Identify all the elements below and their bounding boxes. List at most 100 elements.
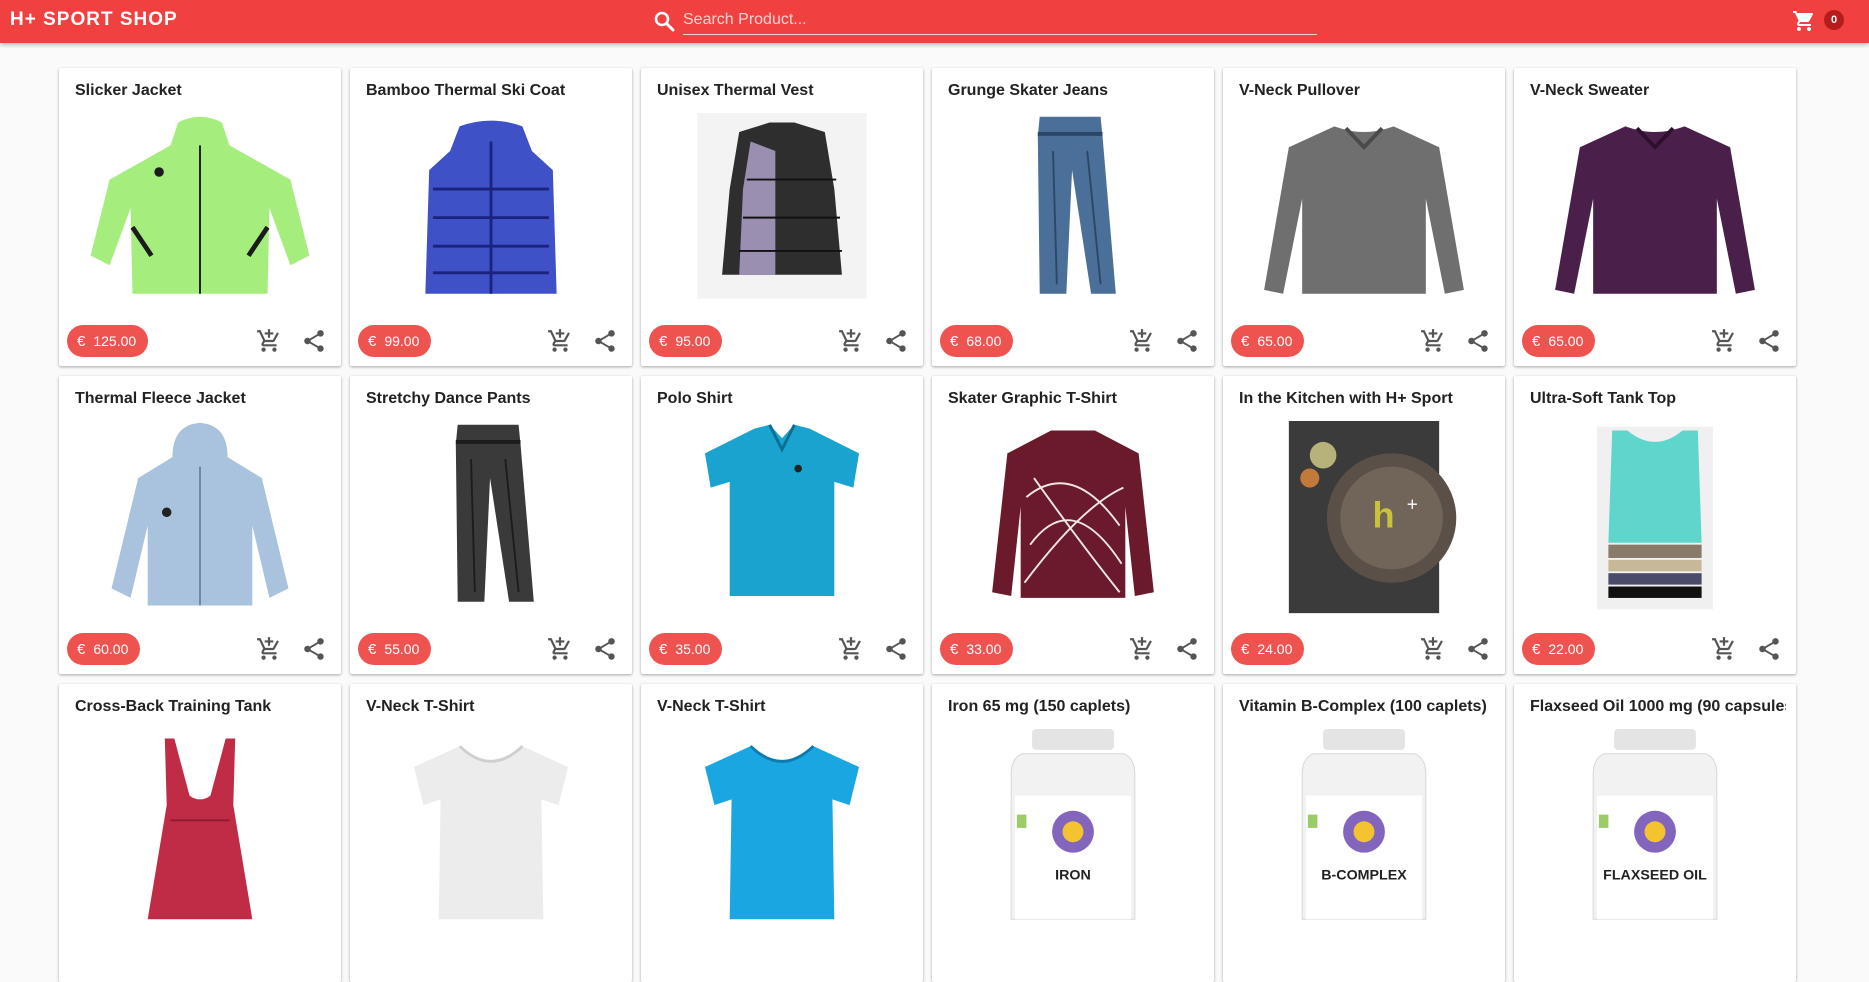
- product-title[interactable]: Grunge Skater Jeans: [948, 82, 1204, 100]
- share-icon[interactable]: [1465, 328, 1491, 354]
- add-shopping-cart-icon[interactable]: [1711, 328, 1737, 354]
- add-shopping-cart-icon[interactable]: [256, 328, 282, 354]
- share-icon[interactable]: [301, 328, 327, 354]
- search-icon[interactable]: [652, 9, 676, 33]
- product-image[interactable]: [350, 113, 632, 308]
- add-shopping-cart-icon[interactable]: [1420, 328, 1446, 354]
- price-chip[interactable]: €95.00: [649, 325, 723, 357]
- share-icon[interactable]: [592, 328, 618, 354]
- product-card[interactable]: Vitamin B-Complex (100 caplets) B-COMPLE…: [1223, 684, 1505, 982]
- app-header: H+ SPORT SHOP 0: [0, 0, 1869, 43]
- search-input[interactable]: [683, 6, 1317, 35]
- product-image[interactable]: [932, 421, 1214, 616]
- product-card[interactable]: Polo Shirt €35.00: [641, 376, 923, 674]
- product-image[interactable]: [59, 729, 341, 924]
- product-title[interactable]: In the Kitchen with H+ Sport: [1239, 390, 1495, 408]
- product-card[interactable]: V-Neck T-Shirt: [641, 684, 923, 982]
- share-icon[interactable]: [1756, 636, 1782, 662]
- product-image[interactable]: [59, 421, 341, 616]
- price-chip[interactable]: €22.00: [1522, 633, 1596, 665]
- share-icon[interactable]: [883, 636, 909, 662]
- product-image[interactable]: [1514, 421, 1796, 616]
- product-card[interactable]: Cross-Back Training Tank: [59, 684, 341, 982]
- share-icon[interactable]: [1465, 636, 1491, 662]
- product-card[interactable]: Skater Graphic T-Shirt €33.00: [932, 376, 1214, 674]
- price-chip[interactable]: €33.00: [940, 633, 1014, 665]
- product-title[interactable]: Slicker Jacket: [75, 82, 331, 100]
- product-image[interactable]: [350, 421, 632, 616]
- shop-logo[interactable]: H+ SPORT SHOP: [10, 9, 178, 31]
- product-title[interactable]: Vitamin B-Complex (100 caplets): [1239, 698, 1495, 716]
- product-title[interactable]: Thermal Fleece Jacket: [75, 390, 331, 408]
- price-chip[interactable]: €125.00: [67, 325, 149, 357]
- share-icon[interactable]: [592, 636, 618, 662]
- euro-icon: €: [77, 333, 86, 350]
- product-card[interactable]: Grunge Skater Jeans €68.00: [932, 68, 1214, 366]
- product-card[interactable]: Unisex Thermal Vest €95.00: [641, 68, 923, 366]
- product-title[interactable]: Skater Graphic T-Shirt: [948, 390, 1204, 408]
- product-image[interactable]: [932, 113, 1214, 308]
- product-image[interactable]: FLAXSEED OIL: [1514, 729, 1796, 924]
- price-value: 22.00: [1548, 641, 1584, 657]
- product-card[interactable]: Bamboo Thermal Ski Coat €99.00: [350, 68, 632, 366]
- product-title[interactable]: Polo Shirt: [657, 390, 913, 408]
- product-title[interactable]: V-Neck T-Shirt: [657, 698, 913, 716]
- product-image[interactable]: h +: [1223, 421, 1505, 616]
- product-image[interactable]: [350, 729, 632, 924]
- share-icon[interactable]: [1174, 328, 1200, 354]
- price-chip[interactable]: €60.00: [67, 633, 141, 665]
- product-title[interactable]: Stretchy Dance Pants: [366, 390, 622, 408]
- product-image[interactable]: [641, 729, 923, 924]
- add-shopping-cart-icon[interactable]: [547, 328, 573, 354]
- product-image[interactable]: IRON: [932, 729, 1214, 924]
- share-icon[interactable]: [1174, 636, 1200, 662]
- product-title[interactable]: Ultra-Soft Tank Top: [1530, 390, 1786, 408]
- product-card[interactable]: In the Kitchen with H+ Sport h + €24.00: [1223, 376, 1505, 674]
- product-title[interactable]: Unisex Thermal Vest: [657, 82, 913, 100]
- product-image[interactable]: [59, 113, 341, 308]
- product-title[interactable]: V-Neck T-Shirt: [366, 698, 622, 716]
- price-value: 24.00: [1257, 641, 1293, 657]
- price-chip[interactable]: €55.00: [358, 633, 432, 665]
- price-chip[interactable]: €99.00: [358, 325, 432, 357]
- share-icon[interactable]: [883, 328, 909, 354]
- product-title[interactable]: V-Neck Sweater: [1530, 82, 1786, 100]
- add-shopping-cart-icon[interactable]: [1129, 636, 1155, 662]
- product-card[interactable]: V-Neck Pullover €65.00: [1223, 68, 1505, 366]
- product-card[interactable]: V-Neck Sweater €65.00: [1514, 68, 1796, 366]
- product-card[interactable]: Stretchy Dance Pants €55.00: [350, 376, 632, 674]
- product-title[interactable]: Bamboo Thermal Ski Coat: [366, 82, 622, 100]
- product-image[interactable]: [641, 421, 923, 616]
- product-image[interactable]: [641, 113, 923, 308]
- add-shopping-cart-icon[interactable]: [838, 636, 864, 662]
- share-icon[interactable]: [301, 636, 327, 662]
- add-shopping-cart-icon[interactable]: [1129, 328, 1155, 354]
- price-chip[interactable]: €68.00: [940, 325, 1014, 357]
- add-shopping-cart-icon[interactable]: [256, 636, 282, 662]
- price-chip[interactable]: €35.00: [649, 633, 723, 665]
- add-shopping-cart-icon[interactable]: [1420, 636, 1446, 662]
- product-card[interactable]: Iron 65 mg (150 caplets) IRON: [932, 684, 1214, 982]
- product-card[interactable]: V-Neck T-Shirt: [350, 684, 632, 982]
- product-title[interactable]: V-Neck Pullover: [1239, 82, 1495, 100]
- svg-text:FLAXSEED OIL: FLAXSEED OIL: [1603, 867, 1707, 883]
- share-icon[interactable]: [1756, 328, 1782, 354]
- product-title[interactable]: Cross-Back Training Tank: [75, 698, 331, 716]
- euro-icon: €: [1532, 333, 1541, 350]
- price-chip[interactable]: €24.00: [1231, 633, 1305, 665]
- price-chip[interactable]: €65.00: [1231, 325, 1305, 357]
- cart-button[interactable]: 0: [1792, 6, 1862, 36]
- product-image[interactable]: [1514, 113, 1796, 308]
- product-image[interactable]: B-COMPLEX: [1223, 729, 1505, 924]
- add-shopping-cart-icon[interactable]: [838, 328, 864, 354]
- product-title[interactable]: Iron 65 mg (150 caplets): [948, 698, 1204, 716]
- product-card[interactable]: Ultra-Soft Tank Top €22.00: [1514, 376, 1796, 674]
- add-shopping-cart-icon[interactable]: [1711, 636, 1737, 662]
- product-image[interactable]: [1223, 113, 1505, 308]
- add-shopping-cart-icon[interactable]: [547, 636, 573, 662]
- product-title[interactable]: Flaxseed Oil 1000 mg (90 capsules: [1530, 698, 1786, 716]
- price-chip[interactable]: €65.00: [1522, 325, 1596, 357]
- product-card[interactable]: Slicker Jacket €125.00: [59, 68, 341, 366]
- product-card[interactable]: Flaxseed Oil 1000 mg (90 capsules FLAXSE…: [1514, 684, 1796, 982]
- product-card[interactable]: Thermal Fleece Jacket €60.00: [59, 376, 341, 674]
